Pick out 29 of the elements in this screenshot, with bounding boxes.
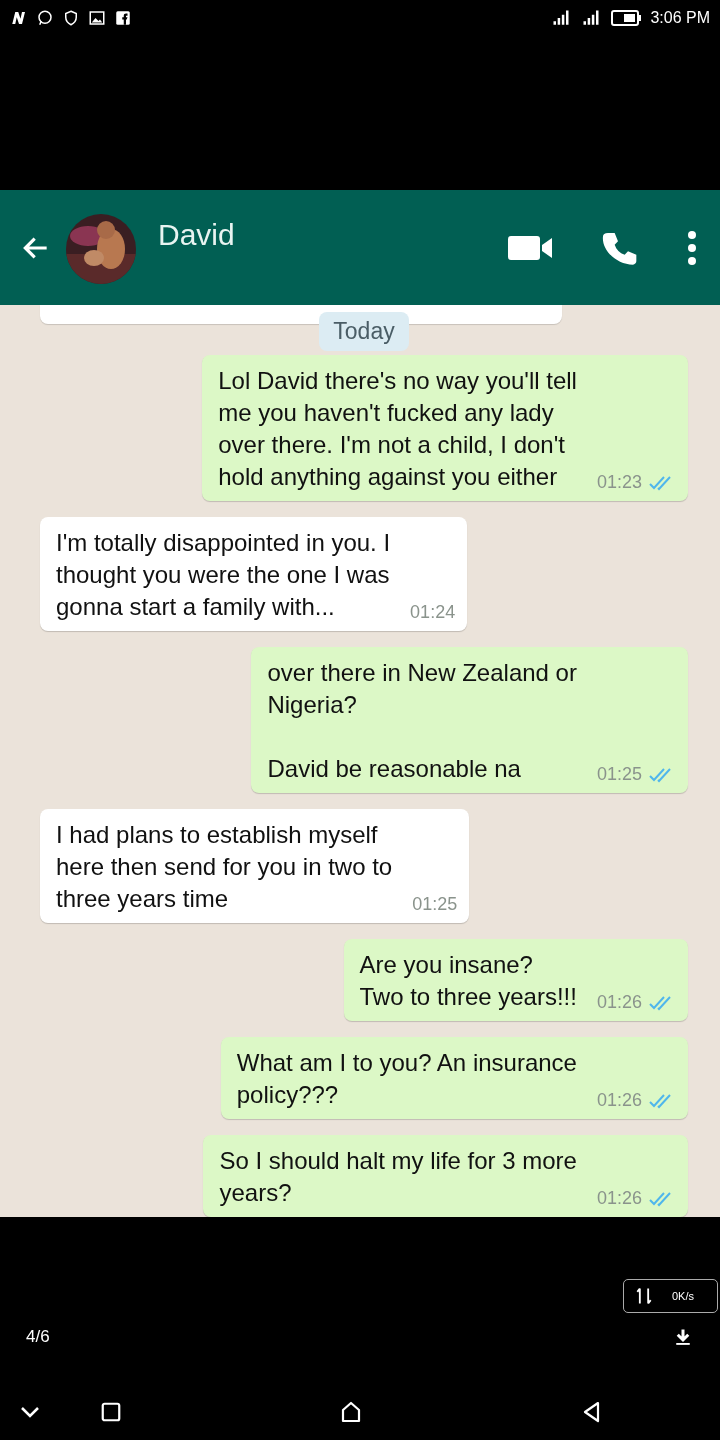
message-time: 01:26 [596, 1188, 642, 1209]
message-text: So I should halt my life for 3 more years? [219, 1146, 577, 1208]
image-icon [88, 8, 106, 28]
shield-icon [62, 8, 80, 28]
message-time: 01:23 [596, 472, 642, 493]
message-text: I had plans to establish myself here then send for you in two to three years time [56, 820, 393, 914]
status-time: 3:06 PM [650, 9, 710, 27]
message-text: over there in New Zealand or Nigeria? David be reasonable na [267, 658, 577, 784]
message-time: 01:25 [412, 894, 458, 915]
message-text: I'm totally disappointed in you. I thought you were the one I was gonna start a family with... [56, 528, 391, 622]
message-time: 01:26 [596, 1090, 642, 1111]
home-icon[interactable] [339, 1400, 363, 1424]
recents-square-icon[interactable] [100, 1401, 122, 1423]
chat-bubble-icon [36, 8, 54, 28]
message-time: 01:26 [596, 992, 642, 1013]
network-speed: 0K/s [672, 1290, 694, 1302]
up-down-arrows-icon [634, 1286, 654, 1306]
contact-name[interactable]: David [158, 218, 235, 252]
message-text: Are you insane? Two to three years!!! [359, 950, 577, 1012]
facebook-icon [114, 8, 132, 28]
message-time: 01:24 [410, 602, 456, 623]
page-counter: 4/6 [26, 1327, 50, 1347]
message-time: 01:25 [596, 764, 642, 785]
more-menu-icon[interactable] [686, 229, 698, 266]
battery-icon [610, 9, 643, 27]
date-label: Today [319, 312, 409, 351]
download-icon[interactable] [674, 1328, 692, 1346]
message-text: What am I to you? An insurance policy??? [236, 1048, 577, 1110]
message-text: Lol David there's no way you'll tell me you haven't fucked any lady over there. I'm not a child, I don't hold anything against you either [218, 366, 577, 492]
